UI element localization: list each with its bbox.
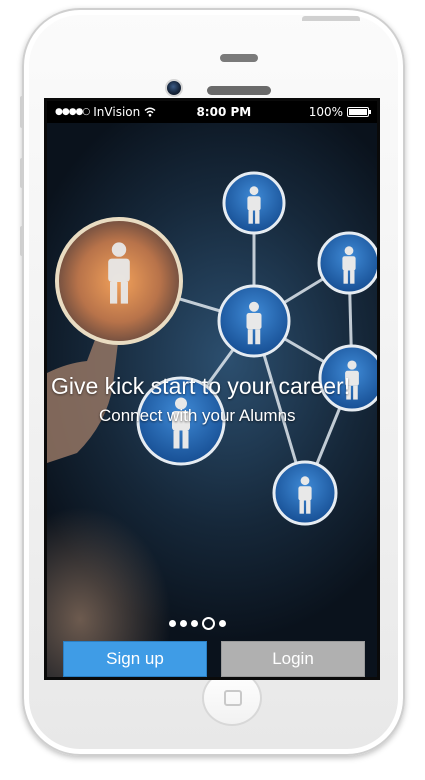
sensor-slot: [220, 54, 258, 62]
login-button[interactable]: Login: [221, 641, 365, 677]
status-bar: ●●●●○ InVision 8:00 PM 100%: [47, 101, 377, 123]
mute-switch: [20, 96, 24, 128]
wifi-icon: [144, 107, 156, 117]
home-square-icon: [224, 690, 242, 706]
page-dot-active[interactable]: [202, 617, 215, 630]
page-dot[interactable]: [191, 620, 198, 627]
page-dot[interactable]: [169, 620, 176, 627]
battery-percent: 100%: [308, 105, 343, 119]
hero-headline: Give kick start to your career!: [51, 373, 351, 399]
alumni-network-graphic: [47, 171, 377, 526]
volume-down-button: [20, 226, 24, 256]
earpiece-speaker: [207, 86, 271, 95]
status-time: 8:00 PM: [196, 105, 252, 119]
carrier-label: InVision: [93, 105, 141, 119]
signup-button[interactable]: Sign up: [63, 641, 207, 677]
page-dot[interactable]: [180, 620, 187, 627]
battery-icon: [347, 107, 371, 117]
page-dot[interactable]: [219, 620, 226, 627]
signal-icon: ●●●●○: [55, 107, 90, 117]
phone-screen: ●●●●○ InVision 8:00 PM 100% Give kick st…: [44, 98, 380, 680]
page-indicator[interactable]: [169, 617, 226, 630]
power-button: [302, 16, 360, 21]
volume-up-button: [20, 158, 24, 188]
hero-subline: Connect with your Alumns: [99, 406, 296, 425]
front-camera: [165, 79, 183, 97]
